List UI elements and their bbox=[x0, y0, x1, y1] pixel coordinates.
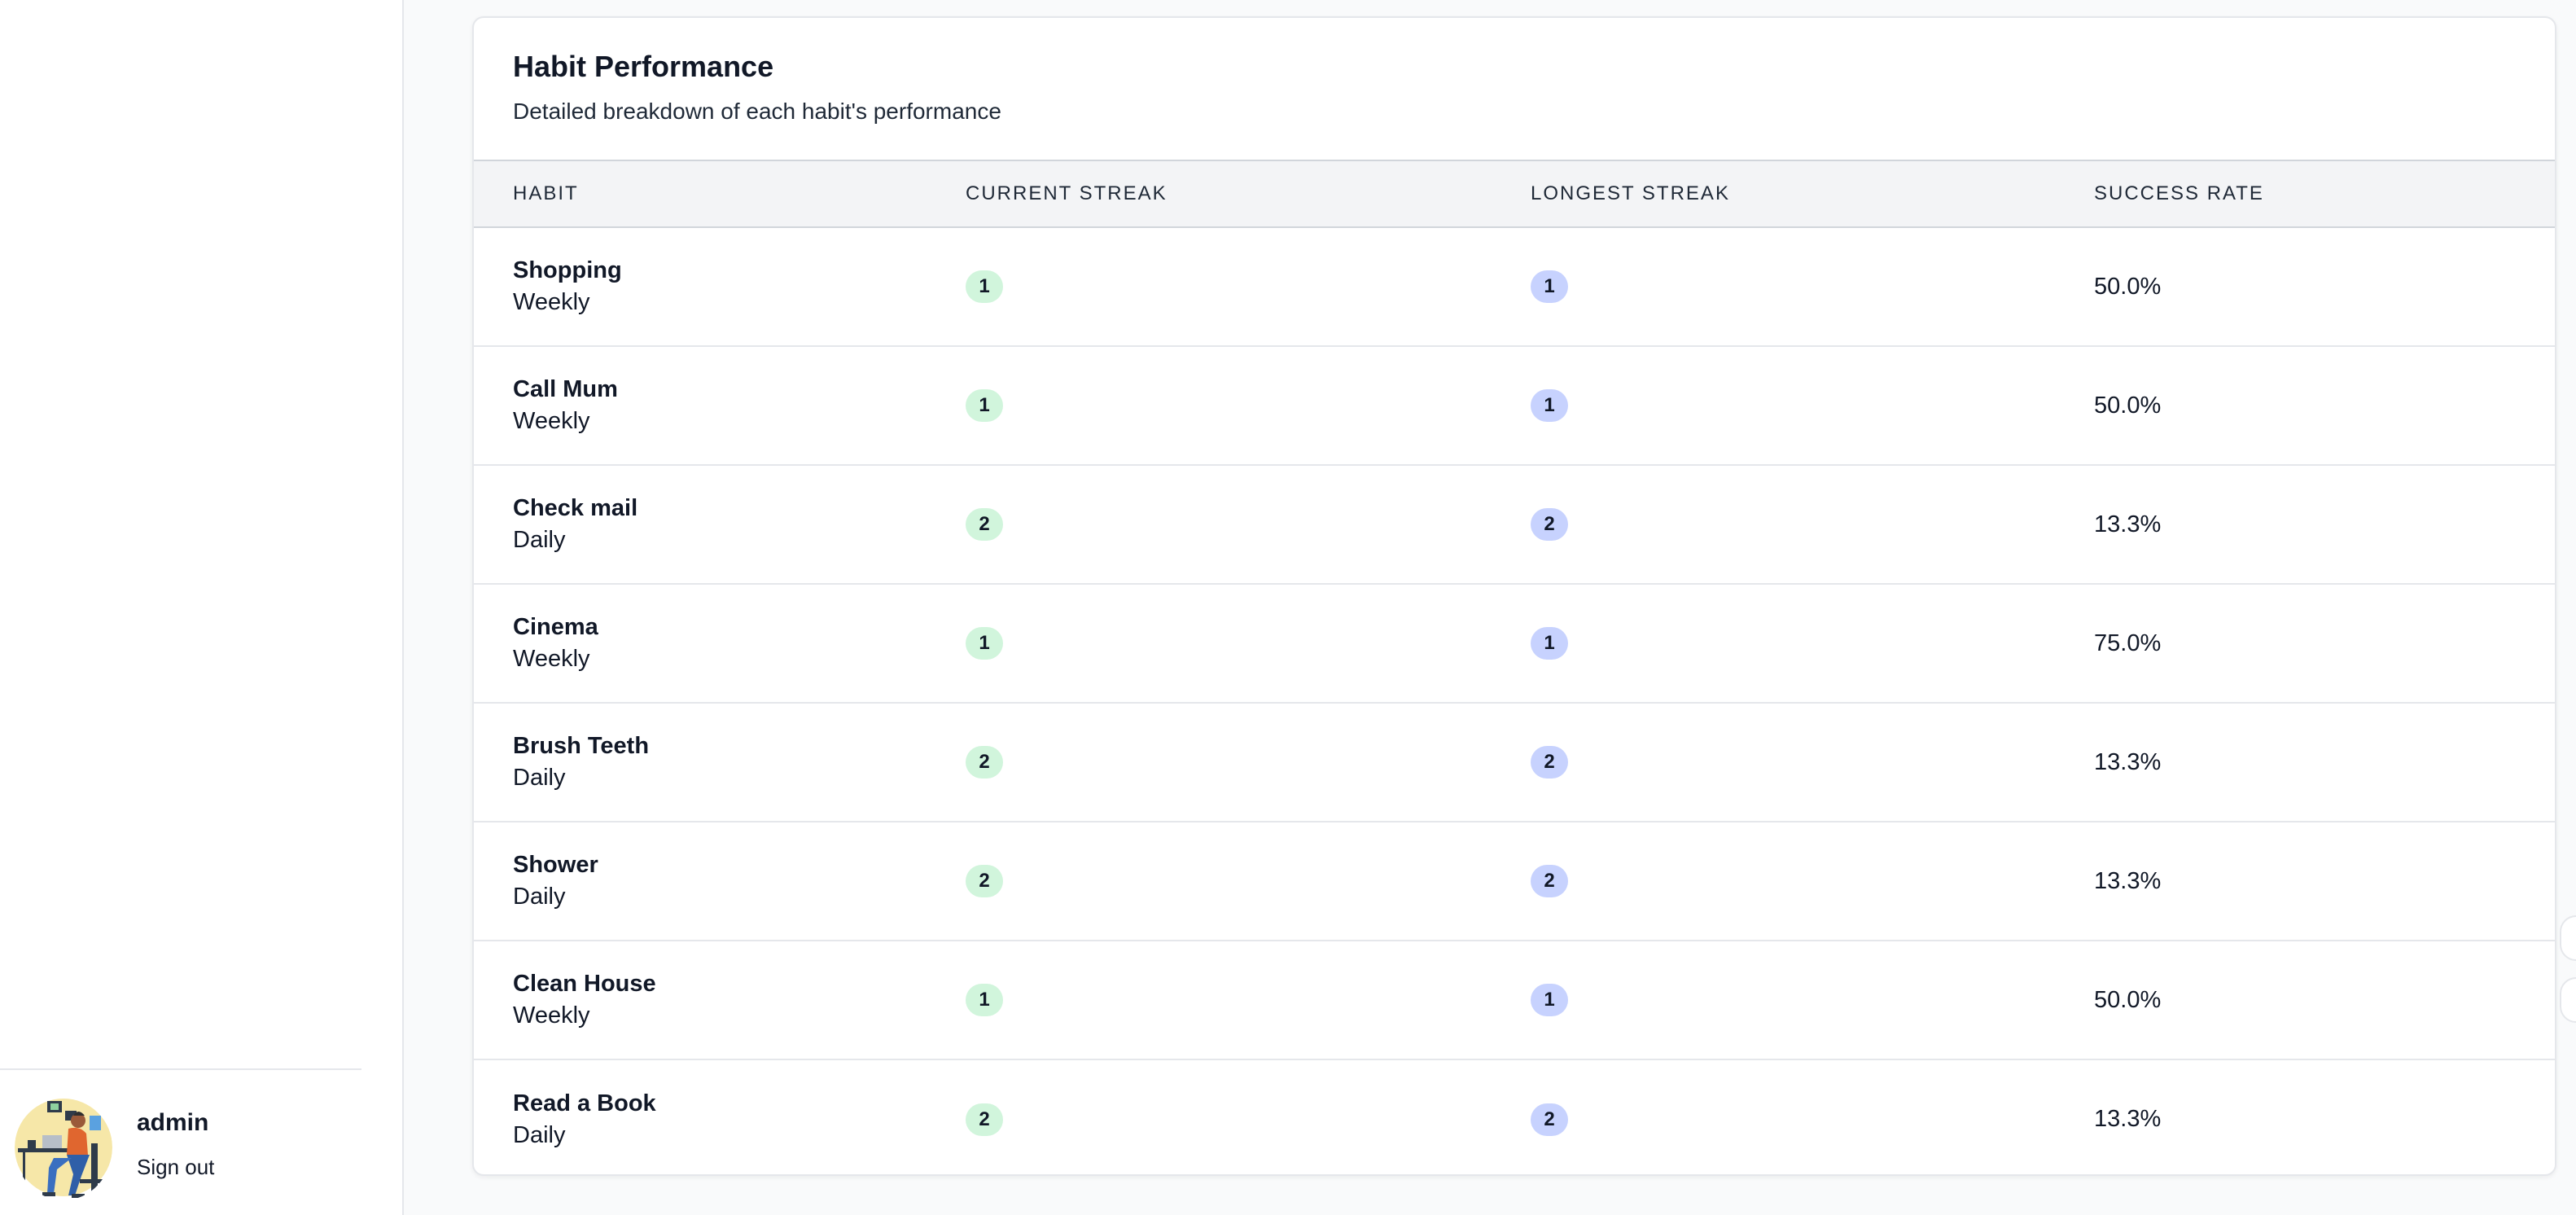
table-row: Brush Teeth Daily 2 2 13.3% bbox=[474, 703, 2555, 822]
habit-performance-card: Habit Performance Detailed breakdown of … bbox=[472, 16, 2556, 1176]
main-content: Habit Performance Detailed breakdown of … bbox=[404, 0, 2576, 1215]
success-rate: 50.0% bbox=[2094, 392, 2162, 419]
success-rate: 13.3% bbox=[2094, 511, 2162, 537]
column-header-habit: HABIT bbox=[513, 182, 579, 204]
user-profile: admin Sign out bbox=[15, 1094, 214, 1200]
user-avatar[interactable] bbox=[15, 1094, 112, 1200]
habit-name: Shower bbox=[513, 852, 598, 879]
success-rate: 50.0% bbox=[2094, 273, 2162, 300]
user-name: admin bbox=[137, 1109, 209, 1136]
habit-name: Call Mum bbox=[513, 376, 618, 403]
habit-performance-table: HABIT CURRENT STREAK LONGEST STREAK SUCC… bbox=[474, 160, 2555, 1174]
table-header-row: HABIT CURRENT STREAK LONGEST STREAK SUCC… bbox=[474, 160, 2555, 227]
current-streak-badge: 2 bbox=[966, 508, 1003, 541]
table-row: Call Mum Weekly 1 1 50.0% bbox=[474, 346, 2555, 465]
longest-streak-badge: 1 bbox=[1531, 270, 1568, 303]
sidebar-divider bbox=[0, 1068, 361, 1070]
table-row: Clean House Weekly 1 1 50.0% bbox=[474, 941, 2555, 1059]
longest-streak-badge: 2 bbox=[1531, 865, 1568, 897]
column-header-longest-streak: LONGEST STREAK bbox=[1531, 182, 1730, 204]
floating-edge-button[interactable] bbox=[2560, 977, 2576, 1023]
user-text: admin Sign out bbox=[137, 1094, 214, 1178]
habit-frequency: Daily bbox=[513, 1121, 566, 1148]
longest-streak-badge: 2 bbox=[1531, 1103, 1568, 1136]
longest-streak-badge: 1 bbox=[1531, 627, 1568, 660]
habit-name: Read a Book bbox=[513, 1090, 656, 1116]
current-streak-badge: 2 bbox=[966, 746, 1003, 779]
table-body: Shopping Weekly 1 1 50.0% Call Mum Weekly … bbox=[474, 227, 2555, 1174]
card-title: Habit Performance bbox=[513, 50, 774, 83]
habit-name: Check mail bbox=[513, 495, 638, 522]
longest-streak-badge: 1 bbox=[1531, 389, 1568, 422]
table-header: HABIT CURRENT STREAK LONGEST STREAK SUCC… bbox=[474, 160, 2555, 227]
table-row: Shower Daily 2 2 13.3% bbox=[474, 822, 2555, 941]
column-header-success-rate: SUCCESS RATE bbox=[2094, 182, 2264, 204]
habit-frequency: Daily bbox=[513, 765, 566, 791]
longest-streak-badge: 2 bbox=[1531, 508, 1568, 541]
floating-edge-button[interactable] bbox=[2560, 915, 2576, 961]
longest-streak-badge: 2 bbox=[1531, 746, 1568, 779]
habit-name: Shopping bbox=[513, 257, 622, 284]
current-streak-badge: 1 bbox=[966, 389, 1003, 422]
success-rate: 13.3% bbox=[2094, 867, 2162, 894]
avatar-illustration-icon bbox=[15, 1099, 112, 1198]
table-row: Check mail Daily 2 2 13.3% bbox=[474, 465, 2555, 584]
current-streak-badge: 1 bbox=[966, 270, 1003, 303]
sign-out-link[interactable]: Sign out bbox=[137, 1156, 214, 1178]
table-row: Shopping Weekly 1 1 50.0% bbox=[474, 227, 2555, 346]
habit-name: Cinema bbox=[513, 614, 598, 641]
sidebar: admin Sign out bbox=[0, 0, 404, 1215]
card-header: Habit Performance Detailed breakdown of … bbox=[474, 18, 2555, 160]
habit-name: Brush Teeth bbox=[513, 733, 650, 760]
habit-frequency: Daily bbox=[513, 527, 566, 553]
success-rate: 75.0% bbox=[2094, 629, 2162, 656]
habit-frequency: Weekly bbox=[513, 1002, 590, 1029]
current-streak-badge: 2 bbox=[966, 1103, 1003, 1136]
habit-frequency: Weekly bbox=[513, 408, 590, 434]
habit-name: Clean House bbox=[513, 971, 656, 998]
table-row: Read a Book Daily 2 2 13.3% bbox=[474, 1059, 2555, 1174]
success-rate: 50.0% bbox=[2094, 986, 2162, 1013]
current-streak-badge: 1 bbox=[966, 627, 1003, 660]
habit-frequency: Weekly bbox=[513, 646, 590, 672]
column-header-current-streak: CURRENT STREAK bbox=[966, 182, 1168, 204]
success-rate: 13.3% bbox=[2094, 748, 2162, 775]
success-rate: 13.3% bbox=[2094, 1106, 2162, 1132]
longest-streak-badge: 1 bbox=[1531, 984, 1568, 1016]
table-row: Cinema Weekly 1 1 75.0% bbox=[474, 584, 2555, 703]
habit-frequency: Weekly bbox=[513, 289, 590, 315]
card-subtitle: Detailed breakdown of each habit's perfo… bbox=[513, 99, 1001, 124]
habit-frequency: Daily bbox=[513, 884, 566, 910]
current-streak-badge: 2 bbox=[966, 865, 1003, 897]
current-streak-badge: 1 bbox=[966, 984, 1003, 1016]
